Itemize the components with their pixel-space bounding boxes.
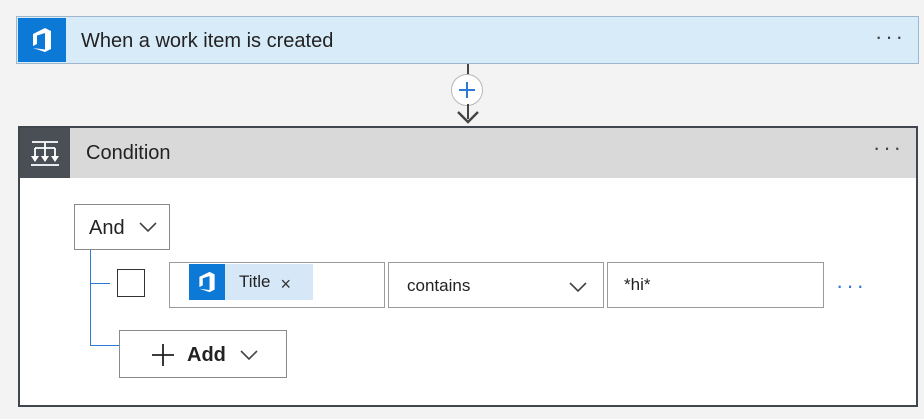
condition-left-operand-field[interactable]: Title × bbox=[169, 262, 385, 308]
operator-dropdown[interactable]: contains bbox=[388, 262, 604, 308]
chevron-down-icon bbox=[569, 282, 587, 293]
azure-devops-icon bbox=[18, 18, 66, 62]
dynamic-content-token[interactable]: Title × bbox=[189, 264, 313, 300]
row-select-checkbox[interactable] bbox=[117, 269, 145, 297]
row-more-button[interactable]: ··· bbox=[836, 275, 867, 297]
add-button[interactable]: Add bbox=[119, 330, 287, 378]
group-operator-dropdown[interactable]: And bbox=[74, 204, 170, 250]
trigger-more-button[interactable]: ··· bbox=[875, 26, 906, 48]
condition-more-button[interactable]: ··· bbox=[873, 137, 904, 159]
add-step-button[interactable] bbox=[451, 74, 483, 106]
condition-header[interactable]: Condition ··· bbox=[20, 128, 916, 178]
plus-icon bbox=[152, 344, 174, 366]
condition-title: Condition bbox=[86, 142, 171, 164]
chevron-down-icon bbox=[139, 222, 157, 233]
azure-devops-icon bbox=[189, 264, 225, 300]
condition-card: Condition ··· And Title × contains *hi* … bbox=[18, 126, 918, 407]
tree-line bbox=[90, 250, 91, 346]
operator-label: contains bbox=[407, 276, 471, 295]
token-label: Title bbox=[239, 272, 271, 291]
condition-icon bbox=[20, 128, 70, 178]
trigger-card[interactable]: When a work item is created ··· bbox=[16, 16, 919, 64]
group-operator-label: And bbox=[89, 217, 125, 239]
plus-icon bbox=[459, 82, 475, 98]
arrow-down-icon bbox=[457, 104, 479, 124]
condition-value-input[interactable] bbox=[607, 262, 824, 308]
tree-branch-add bbox=[90, 345, 120, 346]
flow-designer-canvas: When a work item is created ··· Conditio… bbox=[0, 0, 924, 419]
trigger-title: When a work item is created bbox=[81, 30, 334, 52]
close-icon[interactable]: × bbox=[281, 275, 292, 293]
add-button-label: Add bbox=[187, 344, 226, 366]
chevron-down-icon bbox=[240, 350, 258, 361]
tree-branch-row bbox=[90, 283, 110, 284]
